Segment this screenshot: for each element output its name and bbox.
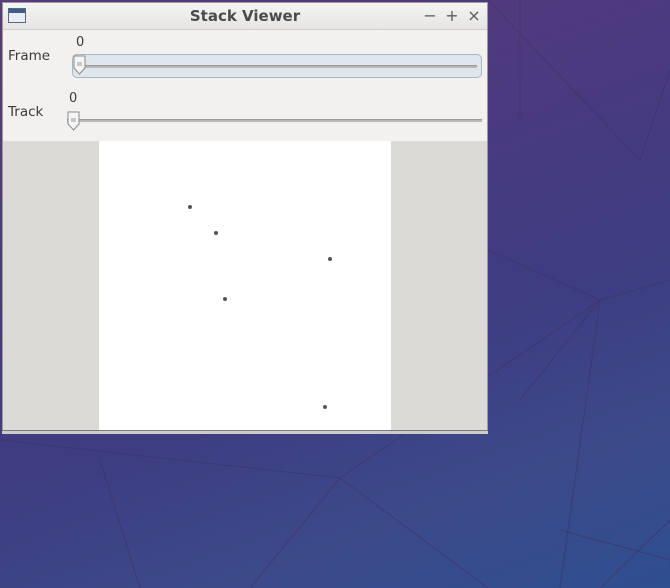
stack-viewer-window: Stack Viewer − + × Frame 0 Track 0 bbox=[2, 2, 488, 434]
maximize-button[interactable]: + bbox=[442, 6, 462, 26]
title-bar[interactable]: Stack Viewer − + × bbox=[3, 3, 487, 30]
track-slider-handle[interactable] bbox=[67, 111, 80, 131]
window-title: Stack Viewer bbox=[189, 7, 301, 25]
window-bottom-edge bbox=[2, 430, 488, 434]
frame-slider-handle[interactable] bbox=[73, 55, 86, 75]
track-label: Track bbox=[8, 104, 44, 120]
track-value: 0 bbox=[69, 91, 78, 106]
track-point bbox=[327, 257, 332, 262]
stack-image-canvas[interactable] bbox=[99, 141, 391, 433]
frame-label: Frame bbox=[8, 48, 51, 64]
image-display-area bbox=[3, 141, 487, 433]
frame-value: 0 bbox=[76, 35, 85, 50]
track-slider-groove bbox=[67, 119, 482, 122]
track-point bbox=[213, 230, 218, 235]
desktop-background: Stack Viewer − + × Frame 0 Track 0 bbox=[0, 0, 670, 588]
track-point bbox=[222, 296, 227, 301]
track-point bbox=[323, 404, 328, 409]
minimize-button[interactable]: − bbox=[420, 6, 440, 26]
track-point bbox=[187, 204, 192, 209]
frame-slider[interactable] bbox=[72, 54, 482, 78]
close-button[interactable]: × bbox=[464, 6, 484, 26]
track-slider[interactable] bbox=[67, 111, 482, 135]
frame-slider-groove bbox=[77, 65, 477, 68]
